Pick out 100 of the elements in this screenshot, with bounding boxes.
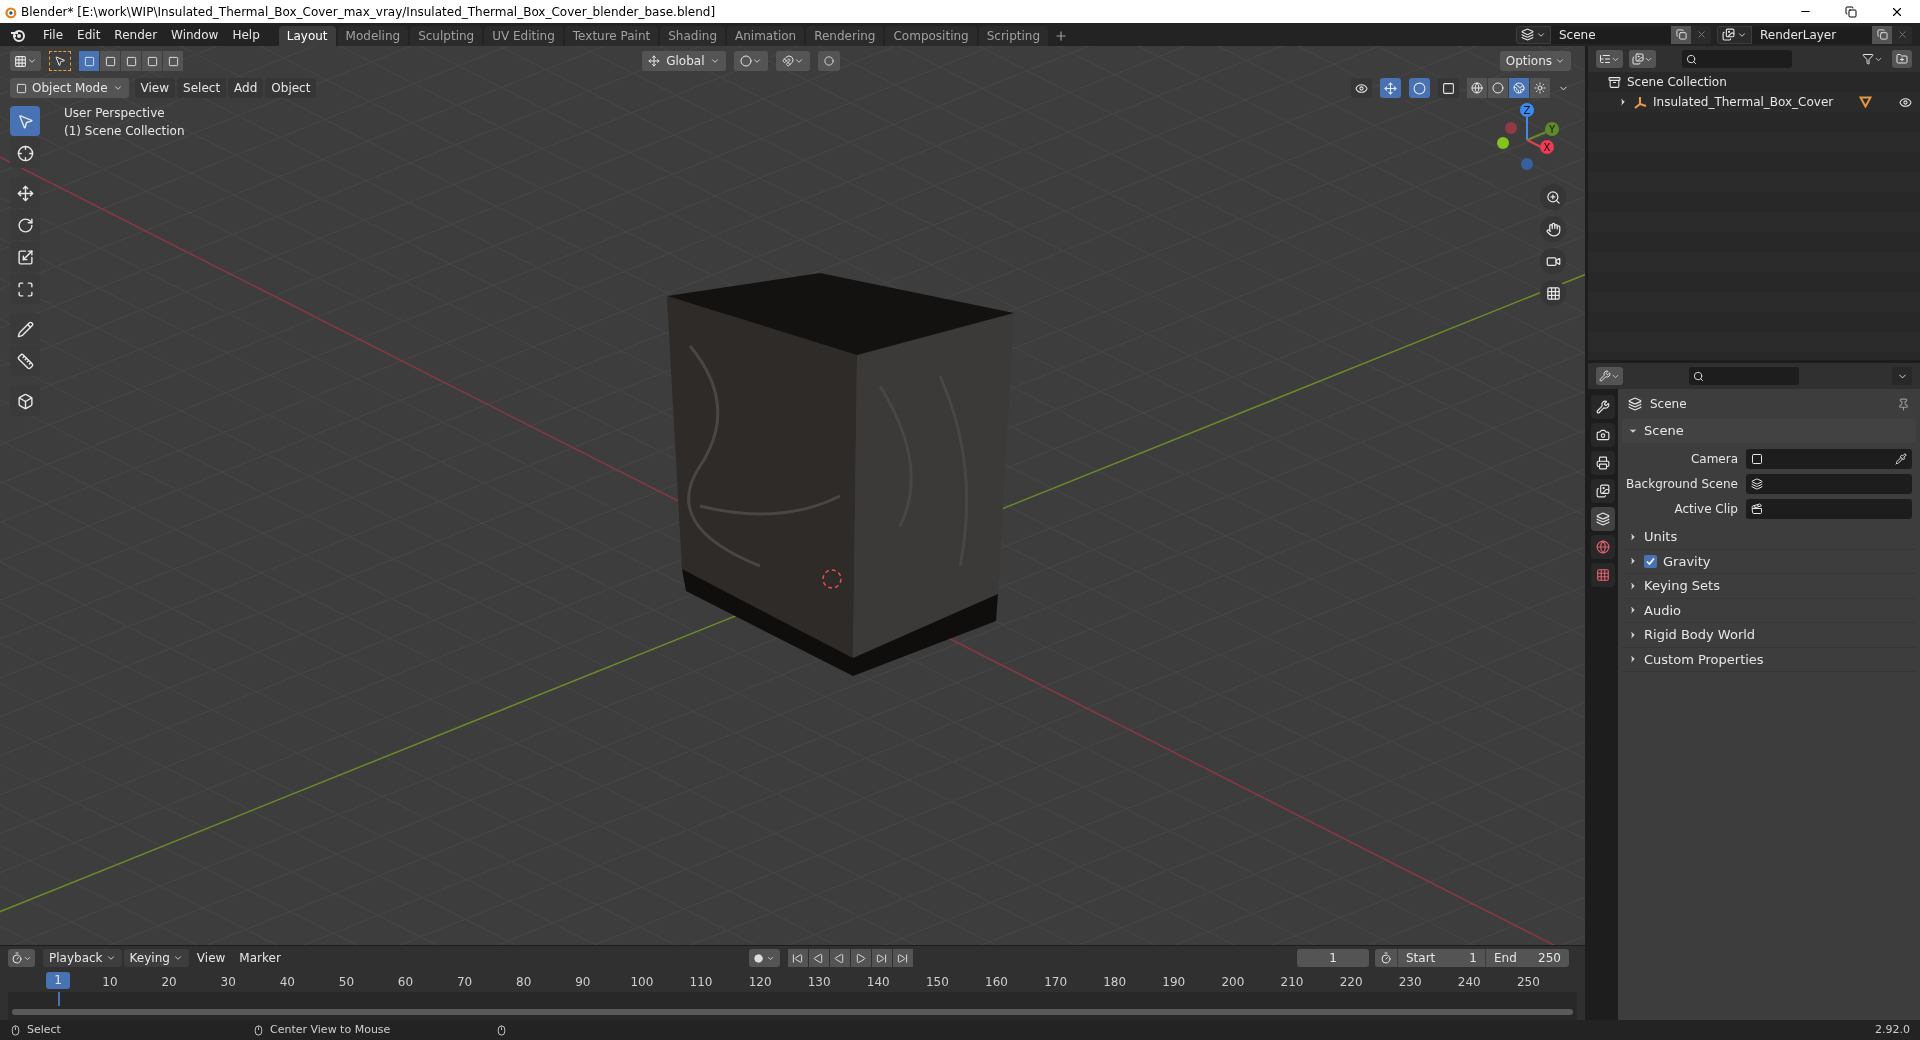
jump-end-button[interactable] xyxy=(892,949,913,967)
panel-title[interactable]: Scene xyxy=(1644,421,1684,441)
new-collection-button[interactable] xyxy=(1892,50,1912,68)
workspace-tab[interactable]: UV Editing xyxy=(484,26,563,46)
previous-keyframe-button[interactable] xyxy=(808,949,829,967)
menu-item[interactable]: File xyxy=(36,25,71,44)
panel-arrow-icon[interactable] xyxy=(1628,426,1638,436)
output-tab[interactable] xyxy=(1591,451,1615,475)
search-field[interactable] xyxy=(1689,367,1799,385)
panel-title[interactable]: Rigid Body World xyxy=(1644,625,1756,645)
timeline-menu[interactable]: Marker xyxy=(233,949,287,967)
timeline-menu[interactable]: Keying xyxy=(123,949,189,967)
workspace-tab[interactable]: Rendering xyxy=(806,26,884,46)
expand-arrow-icon[interactable] xyxy=(1618,97,1628,107)
play-button[interactable] xyxy=(850,949,871,967)
viewport-menu[interactable]: Object xyxy=(265,78,317,98)
start-frame-field[interactable]: Start 1 xyxy=(1397,949,1485,967)
selector-dropdown[interactable] xyxy=(1717,25,1752,44)
workspace-tab[interactable]: Animation xyxy=(727,26,805,46)
world-tab[interactable] xyxy=(1591,535,1615,559)
select-box-tool[interactable] xyxy=(10,106,40,136)
panel-arrow-icon[interactable] xyxy=(1628,605,1638,616)
jump-start-button[interactable] xyxy=(787,949,808,967)
object-field[interactable] xyxy=(1746,474,1912,494)
end-frame-field[interactable]: End 250 xyxy=(1485,949,1569,967)
shading-mode-button[interactable] xyxy=(1467,78,1487,98)
panel-arrow-icon[interactable] xyxy=(1628,556,1638,567)
texture-tab[interactable] xyxy=(1591,563,1615,587)
object-field[interactable] xyxy=(1746,449,1912,469)
add-workspace-icon[interactable] xyxy=(1054,29,1069,43)
workspace-tab[interactable]: Scripting xyxy=(978,26,1049,46)
editor-type-button[interactable] xyxy=(1596,50,1623,68)
gizmo-toggle[interactable] xyxy=(1380,78,1401,98)
workspace-tab[interactable]: Compositing xyxy=(885,26,977,46)
visibility-toggle[interactable] xyxy=(1351,78,1372,98)
checkbox[interactable] xyxy=(1644,554,1657,568)
panel-arrow-icon[interactable] xyxy=(1628,580,1638,591)
view-layer-field[interactable]: RenderLayer xyxy=(1752,25,1872,44)
menu-item[interactable]: Edit xyxy=(70,25,108,44)
zoom-button[interactable] xyxy=(1540,184,1566,210)
render-tab[interactable] xyxy=(1591,423,1615,447)
workspace-tab[interactable]: Shading xyxy=(660,26,725,46)
xray-toggle[interactable] xyxy=(1438,78,1459,98)
search-field[interactable] xyxy=(1682,50,1792,68)
select-tool-button[interactable] xyxy=(49,51,71,71)
shading-mode-button[interactable] xyxy=(1530,78,1550,98)
shading-mode-button[interactable] xyxy=(1488,78,1508,98)
scene-tab[interactable] xyxy=(1591,507,1615,531)
shading-mode-button[interactable] xyxy=(1509,78,1529,98)
options-dropdown[interactable]: Options xyxy=(1499,51,1571,71)
selector-dropdown[interactable] xyxy=(1516,25,1551,44)
navigation-gizmo[interactable]: Z Y X xyxy=(1491,100,1571,180)
workspace-tab[interactable]: Texture Paint xyxy=(564,26,659,46)
menu-item[interactable]: Render xyxy=(107,25,165,44)
pan-button[interactable] xyxy=(1540,216,1566,242)
select-mode-button[interactable] xyxy=(121,51,141,71)
playhead-frame[interactable]: 1 xyxy=(46,972,70,989)
editor-type-button[interactable] xyxy=(8,949,35,967)
panel-title[interactable]: Audio xyxy=(1644,600,1681,620)
current-frame-field[interactable]: 1 xyxy=(1297,949,1369,967)
select-mode-button[interactable] xyxy=(79,51,99,71)
display-mode-button[interactable] xyxy=(1629,50,1656,68)
overlay-toggle[interactable] xyxy=(1409,78,1430,98)
workspace-tab[interactable]: Sculpting xyxy=(410,26,483,46)
next-keyframe-button[interactable] xyxy=(871,949,892,967)
mode-dropdown[interactable]: Object Mode xyxy=(10,78,129,98)
timeline-menu[interactable]: View xyxy=(190,949,232,967)
object-field[interactable] xyxy=(1746,499,1912,519)
restore-icon[interactable] xyxy=(1845,5,1857,18)
play-reverse-button[interactable] xyxy=(829,949,850,967)
proportional-edit-button[interactable] xyxy=(818,51,841,71)
outliner-item[interactable]: Scene Collection xyxy=(1627,73,1727,91)
snap-dropdown[interactable] xyxy=(776,51,811,71)
timeline-menu[interactable]: Playback xyxy=(43,949,122,967)
panel-title[interactable]: Custom Properties xyxy=(1644,649,1764,669)
visibility-icon[interactable] xyxy=(1899,95,1912,109)
viewport-menu[interactable]: View xyxy=(134,78,176,98)
panel-title[interactable]: Units xyxy=(1644,527,1678,547)
pivot-dropdown[interactable] xyxy=(734,51,769,71)
view-layer-tab[interactable] xyxy=(1591,479,1615,503)
editor-type-button[interactable] xyxy=(1596,367,1623,385)
stopwatch-button[interactable] xyxy=(1375,949,1397,967)
options-dropdown[interactable] xyxy=(1892,367,1912,385)
record-button[interactable] xyxy=(748,949,780,967)
scene-field[interactable]: Scene xyxy=(1551,25,1671,44)
panel-title[interactable]: Keying Sets xyxy=(1644,576,1720,596)
outliner-item[interactable]: Insulated_Thermal_Box_Cover xyxy=(1653,93,1834,111)
menu-item[interactable]: Help xyxy=(225,25,267,44)
duplicate-button[interactable] xyxy=(1671,25,1691,44)
menu-item[interactable]: Window xyxy=(164,25,226,44)
viewport-menu[interactable]: Select xyxy=(177,78,227,98)
select-mode-button[interactable] xyxy=(163,51,183,71)
panel-arrow-icon[interactable] xyxy=(1628,531,1638,542)
workspace-tab[interactable]: Layout xyxy=(278,26,336,46)
ortho-toggle-button[interactable] xyxy=(1540,280,1566,306)
editor-type-button[interactable] xyxy=(10,51,41,71)
pin-icon[interactable] xyxy=(1897,397,1910,411)
select-mode-button[interactable] xyxy=(142,51,162,71)
viewport-menu[interactable]: Add xyxy=(228,78,264,98)
panel-title[interactable]: Gravity xyxy=(1663,551,1711,571)
